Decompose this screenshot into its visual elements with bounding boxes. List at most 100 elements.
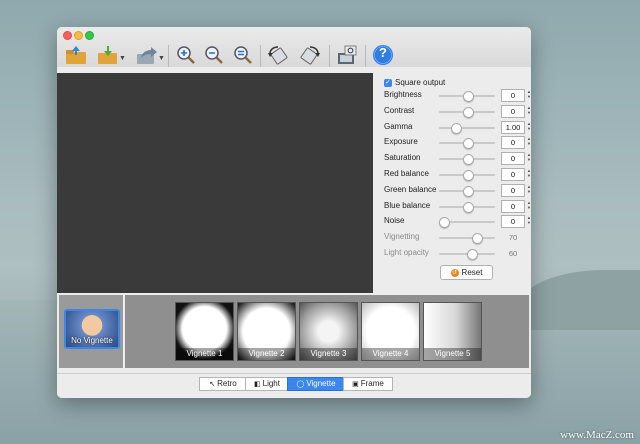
slider-track[interactable] [439, 170, 495, 181]
frame-icon: ▣ [352, 381, 359, 388]
value-stepper[interactable]: ▲ ▼ [526, 215, 531, 226]
preset-thumbnail[interactable]: Vignette 5 [423, 302, 482, 361]
slider-track[interactable] [439, 106, 495, 118]
slider-track[interactable] [439, 154, 495, 166]
toolbar-separator [260, 45, 261, 67]
tab-light[interactable]: ◧ Light [245, 377, 289, 391]
tab-frame[interactable]: ▣ Frame [343, 377, 393, 391]
slider-label: Brightness [384, 90, 422, 99]
wand-icon: ↖ [209, 381, 216, 388]
zoom-fit-button[interactable] [231, 43, 255, 67]
slider-knob[interactable] [439, 217, 450, 229]
preset-thumbnail[interactable]: Vignette 1 [175, 302, 234, 361]
zoom-fit-icon [234, 46, 252, 64]
adjustments-panel: ✓ Square output Brightness 0 ▲ ▼ Contrast 0 ▲ ▼ G… [375, 73, 531, 293]
preset-label: Vignette 5 [424, 348, 481, 360]
slider-label: Noise [384, 216, 405, 226]
reset-icon: ↺ [450, 268, 459, 277]
slider-value-field[interactable]: 1.00 [501, 120, 525, 134]
save-menu-caret[interactable]: ▼ [119, 55, 126, 62]
value-stepper[interactable]: ▲ ▼ [526, 105, 531, 116]
slider-value-field[interactable]: 0 [501, 136, 525, 150]
slider-knob[interactable] [462, 201, 474, 213]
slider-knob[interactable] [462, 138, 474, 150]
slider-track[interactable] [439, 91, 495, 102]
current-preset-label: No Vignette [71, 336, 113, 345]
slider-track[interactable] [439, 138, 495, 150]
help-button[interactable]: ? [371, 43, 395, 67]
compare-icon [338, 45, 357, 64]
rotate-left-icon [268, 46, 288, 65]
preset-label: Vignette 3 [300, 348, 357, 360]
preset-thumbnail[interactable]: Vignette 3 [299, 302, 358, 361]
preset-label: Vignette 4 [362, 348, 419, 360]
value-stepper[interactable]: ▲ ▼ [526, 168, 531, 179]
slider-track[interactable] [439, 249, 495, 260]
slider-knob[interactable] [462, 170, 474, 181]
slider-knob[interactable] [462, 154, 474, 166]
slider-row: Contrast 0 ▲ ▼ [384, 104, 531, 118]
checkmark-icon: ✓ [384, 78, 392, 87]
slider-row: Vignetting 70 [384, 230, 530, 245]
slider-knob[interactable] [450, 122, 462, 134]
value-stepper[interactable]: ▲ ▼ [526, 121, 531, 132]
effect-tabs: ↖ Retro ◧ Light ◯ Vignette ▣ Frame [57, 373, 531, 398]
slider-row: Red balance 0 ▲ ▼ [384, 167, 531, 181]
help-label: ? [379, 45, 387, 60]
save-button[interactable] [96, 43, 120, 67]
slider-track[interactable] [439, 217, 495, 229]
compare-button[interactable] [335, 43, 359, 67]
slider-knob[interactable] [471, 233, 483, 245]
toolbar-separator [365, 45, 366, 67]
open-button[interactable] [64, 43, 88, 67]
reset-button[interactable]: ↺ Reset [440, 265, 493, 280]
slider-value-field[interactable]: 0 [501, 183, 525, 197]
slider-row: Light opacity 60 [384, 246, 530, 260]
slider-value-field: 60 [508, 249, 518, 258]
zoom-out-button[interactable] [202, 43, 226, 67]
slider-value-field[interactable]: 0 [501, 168, 525, 181]
reset-label: Reset [461, 268, 483, 277]
image-preview[interactable] [57, 73, 373, 293]
slider-label: Green balance [384, 184, 437, 194]
rotate-right-button[interactable] [298, 43, 322, 67]
current-preset-thumbnail[interactable]: No Vignette [64, 309, 120, 349]
slider-knob[interactable] [462, 106, 474, 118]
rotate-left-button[interactable] [266, 43, 290, 67]
preset-label: Vignette 2 [238, 348, 295, 360]
tab-label: Light [262, 379, 280, 388]
slider-value-field[interactable]: 0 [501, 104, 525, 118]
zoom-in-button[interactable] [174, 43, 198, 67]
slider-label: Red balance [384, 169, 429, 178]
slider-label: Blue balance [384, 200, 431, 210]
slider-value-field[interactable]: 0 [501, 215, 525, 229]
share-menu-caret[interactable]: ▼ [158, 55, 165, 62]
tab-vignette[interactable]: ◯ Vignette [287, 377, 345, 391]
slider-track[interactable] [439, 233, 495, 245]
value-stepper[interactable]: ▲ ▼ [526, 152, 531, 163]
slider-knob[interactable] [467, 249, 479, 260]
value-stepper[interactable]: ▲ ▼ [526, 136, 531, 147]
preset-thumbnail[interactable]: Vignette 2 [237, 302, 296, 361]
slider-track[interactable] [439, 185, 495, 197]
value-stepper[interactable]: ▲ ▼ [526, 184, 531, 195]
slider-value-field[interactable]: 0 [501, 199, 525, 213]
toolbar-separator [329, 45, 330, 67]
slider-value-field[interactable]: 0 [501, 89, 525, 102]
share-button[interactable] [135, 43, 159, 67]
square-output-checkbox[interactable]: ✓ Square output [384, 78, 445, 87]
vignette-icon: ◯ [296, 381, 305, 388]
preset-thumbnail[interactable]: Vignette 4 [361, 302, 420, 361]
toolbar: ▼ ▼ ? [57, 39, 531, 73]
value-stepper[interactable]: ▲ ▼ [526, 89, 531, 100]
slider-value-field[interactable]: 0 [501, 152, 525, 166]
slider-track[interactable] [439, 122, 495, 134]
preset-thumbnails: Vignette 1 Vignette 2 Vignette 3 Vignette 4… [125, 295, 529, 368]
slider-knob[interactable] [462, 185, 474, 197]
tab-retro[interactable]: ↖ Retro [199, 377, 247, 391]
value-stepper[interactable]: ▲ ▼ [526, 200, 531, 211]
slider-row: Green balance 0 ▲ ▼ [384, 183, 531, 197]
slider-track[interactable] [439, 201, 495, 213]
slider-knob[interactable] [462, 91, 474, 102]
slider-row: Blue balance 0 ▲ ▼ [384, 199, 531, 213]
